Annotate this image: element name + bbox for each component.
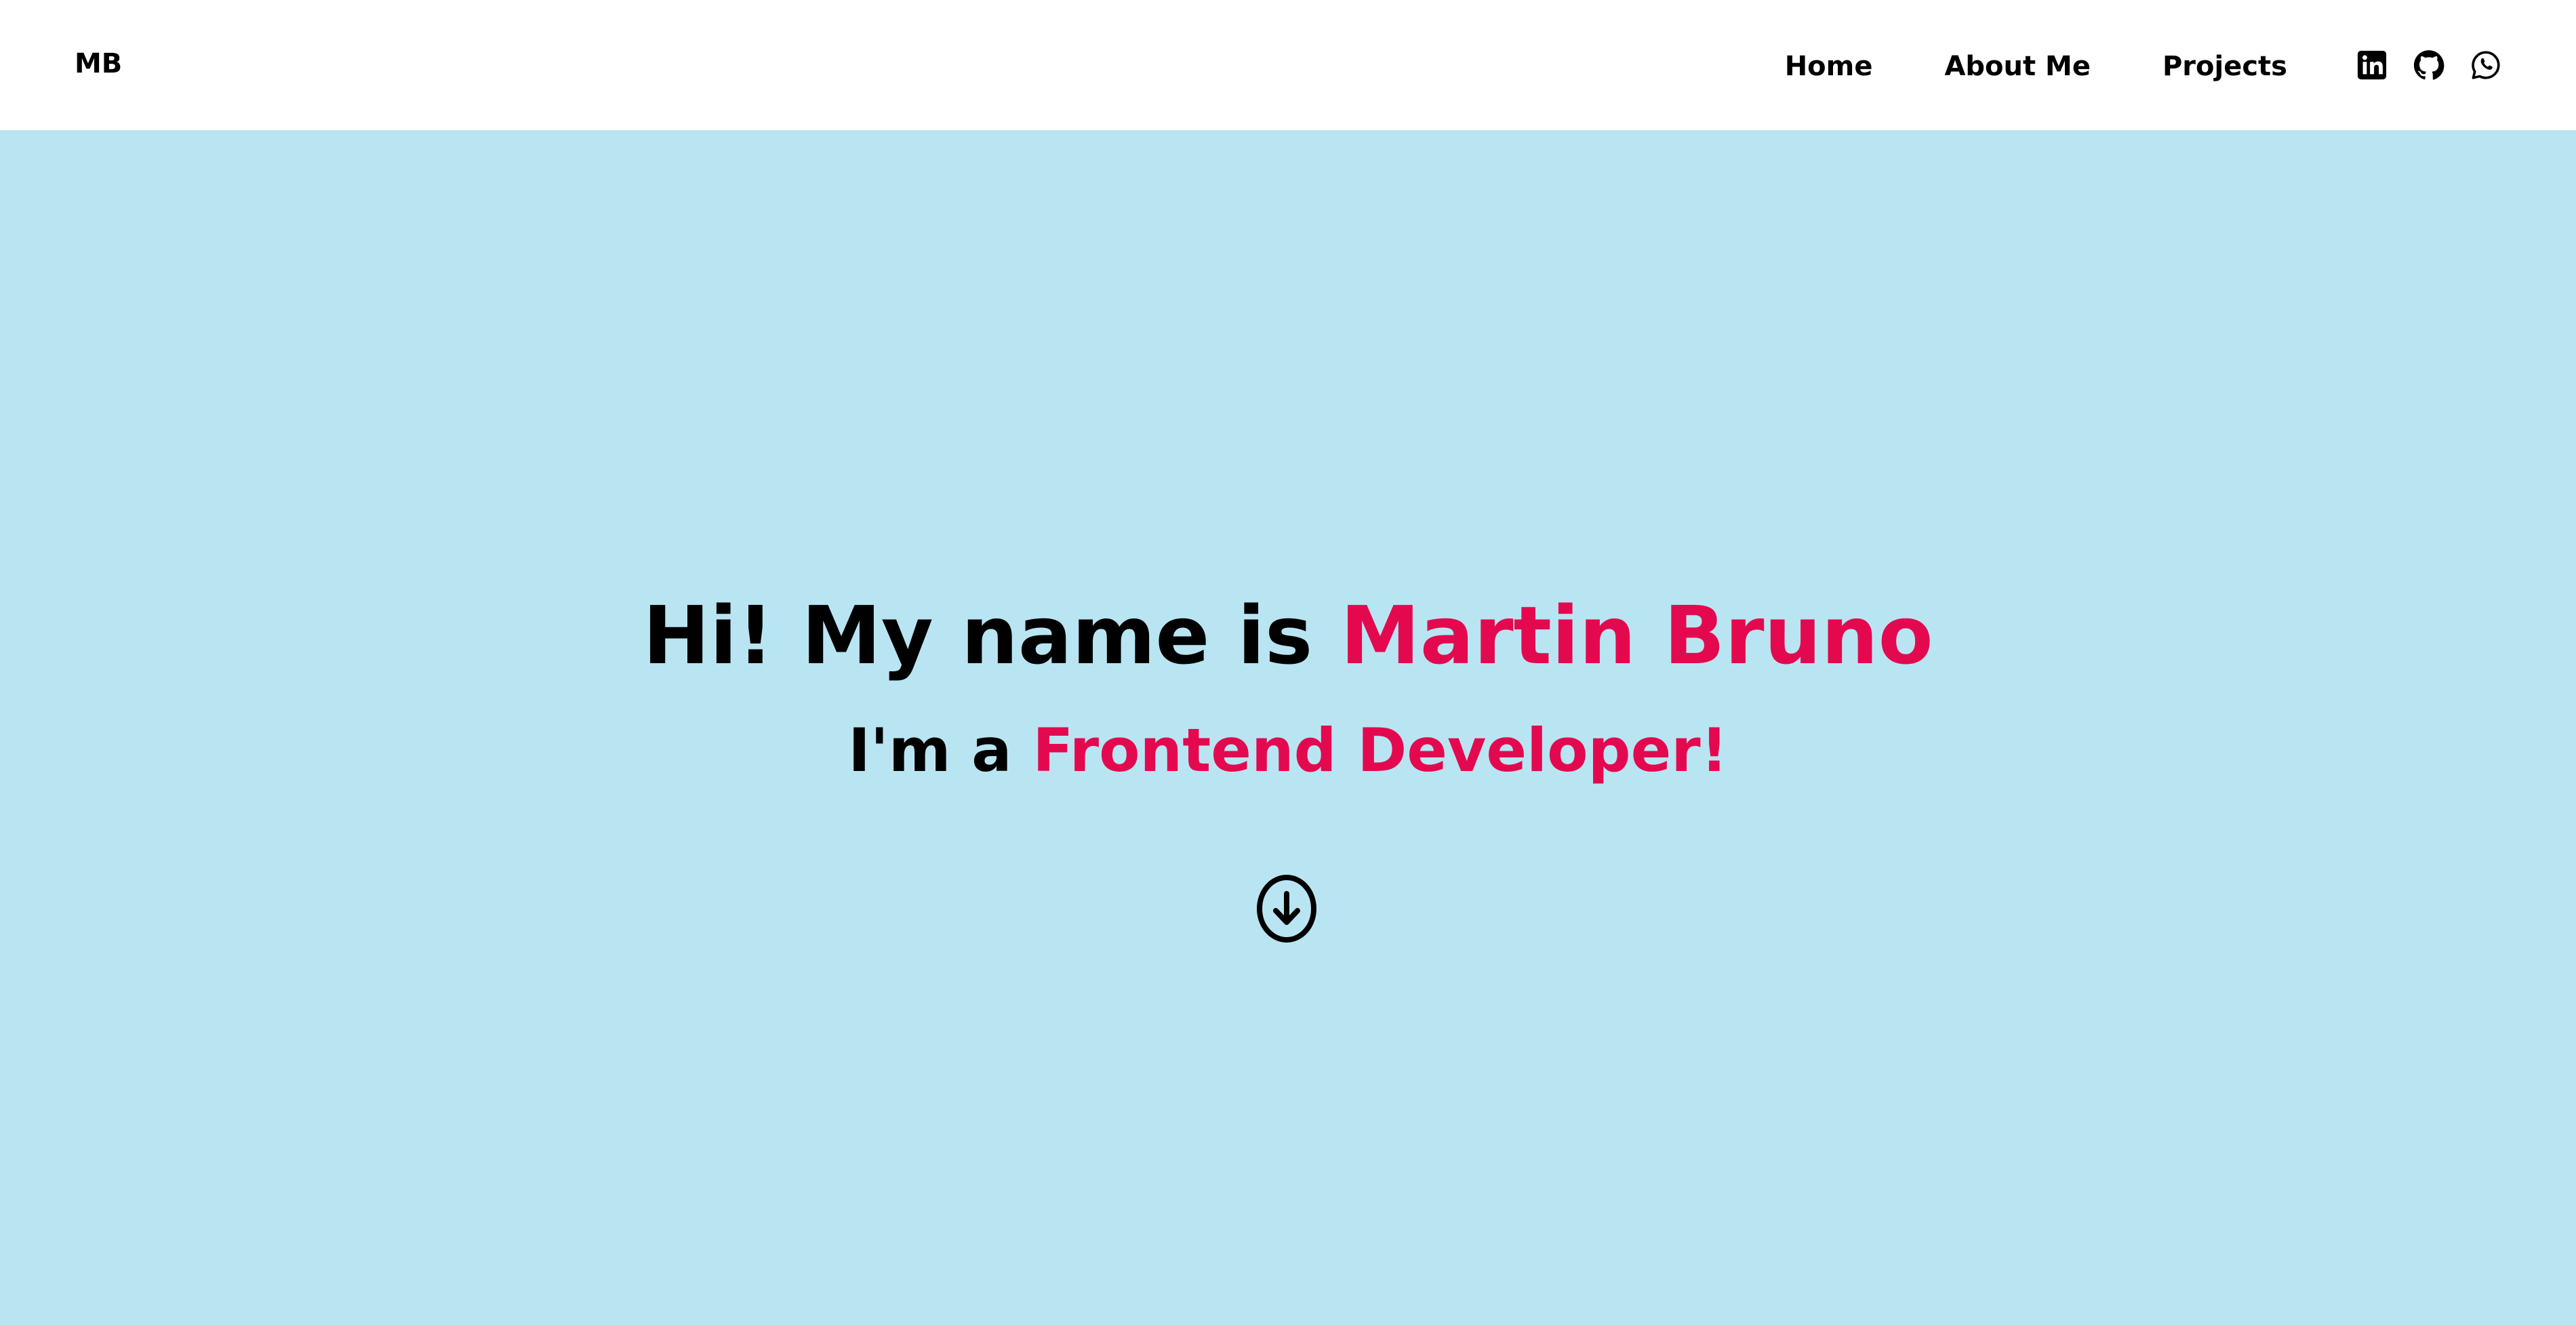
nav-link-home[interactable]: Home	[1785, 48, 1873, 82]
hero-role: Frontend Developer!	[1032, 715, 1728, 785]
arrow-down-circle-icon[interactable]	[1255, 873, 1318, 944]
hero-name: Martin Bruno	[1340, 589, 1933, 682]
hero-subline: I'm a Frontend Developer!	[0, 713, 2576, 788]
social-links	[2356, 0, 2501, 130]
hero-section: Hi! My name is Martin Bruno I'm a Fronte…	[0, 130, 2576, 1325]
nav-link-about-me[interactable]: About Me	[1944, 48, 2091, 82]
hero-headline: Hi! My name is Martin Bruno	[0, 585, 2576, 686]
hero-greeting: Hi! My name is	[643, 589, 1341, 682]
nav-link-projects[interactable]: Projects	[2162, 48, 2287, 82]
hero-role-prefix: I'm a	[848, 715, 1033, 785]
linkedin-icon[interactable]	[2356, 50, 2388, 81]
github-icon[interactable]	[2413, 50, 2444, 81]
nav-links: Home About Me Projects	[1785, 0, 2287, 130]
logo-link[interactable]: MB	[75, 48, 122, 79]
navbar: MB Home About Me Projects	[0, 0, 2576, 130]
whatsapp-icon[interactable]	[2470, 50, 2501, 81]
